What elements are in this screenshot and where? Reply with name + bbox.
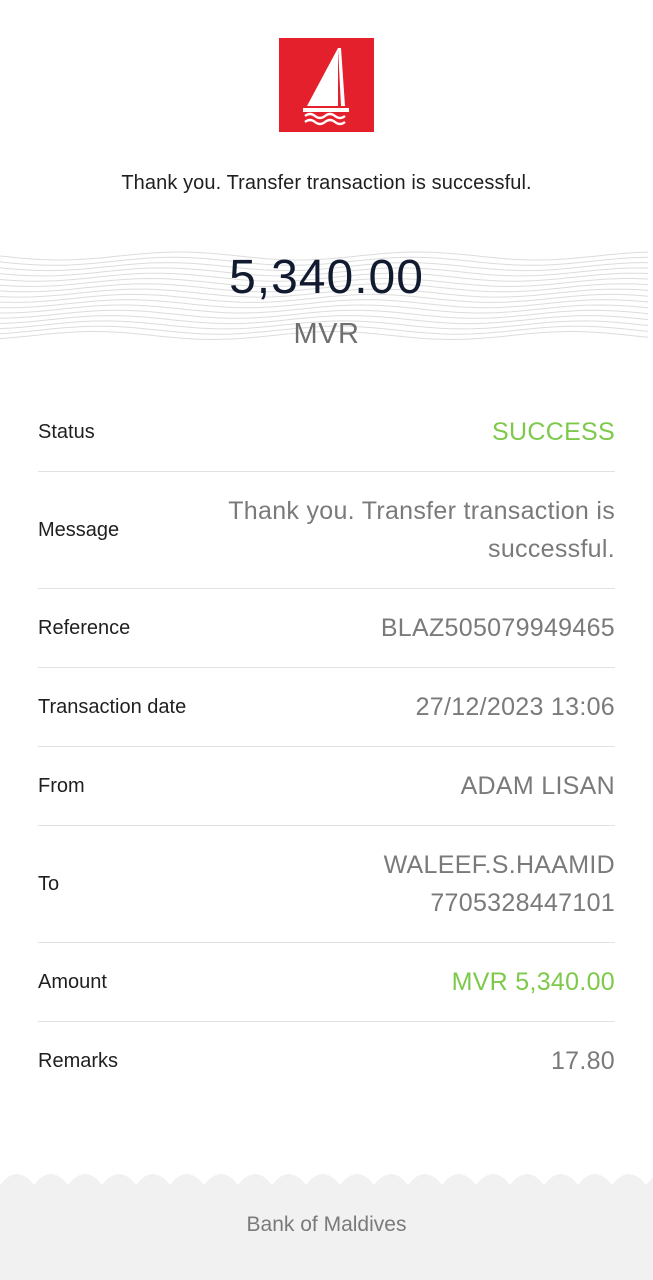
transfer-amount: 5,340.00 (229, 251, 424, 304)
message-value-line-2: successful. (488, 535, 615, 563)
message-value-line-1: Thank you. Transfer transaction is (228, 497, 615, 525)
status-row: Status SUCCESS (38, 393, 615, 472)
remarks-value: 17.80 (550, 1047, 615, 1075)
amount-value: MVR 5,340.00 (451, 968, 615, 996)
status-label: Status (38, 420, 95, 443)
success-headline: Thank you. Transfer transaction is succe… (121, 172, 532, 194)
reference-value: BLAZ505079949465 (380, 614, 615, 642)
transaction-date-row: Transaction date 27/12/2023 13:06 (38, 668, 615, 747)
bank-logo (279, 38, 374, 132)
from-label: From (38, 774, 85, 797)
sailboat-icon (303, 48, 349, 126)
to-name: WALEEF.S.HAAMID (383, 851, 615, 879)
transaction-details: Status SUCCESS Message Thank you. Transf… (38, 393, 615, 1100)
amount-label: Amount (38, 970, 107, 993)
message-label: Message (38, 518, 120, 541)
transaction-date-label: Transaction date (38, 695, 187, 718)
reference-row: Reference BLAZ505079949465 (38, 589, 615, 668)
message-row: Message Thank you. Transfer transaction … (38, 472, 615, 589)
transfer-currency: MVR (293, 318, 360, 350)
to-row: To WALEEF.S.HAAMID 7705328447101 (38, 826, 615, 943)
from-row: From ADAM LISAN (38, 747, 615, 826)
to-account-number: 7705328447101 (430, 889, 615, 917)
transaction-date-value: 27/12/2023 13:06 (415, 693, 615, 721)
message-value: Thank you. Transfer transaction is succe… (175, 492, 615, 568)
reference-label: Reference (38, 616, 131, 639)
from-value: ADAM LISAN (460, 772, 615, 800)
status-value: SUCCESS (492, 418, 615, 446)
bank-name: Bank of Maldives (246, 1213, 407, 1236)
remarks-label: Remarks (38, 1049, 119, 1072)
amount-row: Amount MVR 5,340.00 (38, 943, 615, 1022)
to-label: To (38, 872, 60, 895)
remarks-row: Remarks 17.80 (38, 1022, 615, 1100)
to-value: WALEEF.S.HAAMID 7705328447101 (384, 846, 615, 922)
